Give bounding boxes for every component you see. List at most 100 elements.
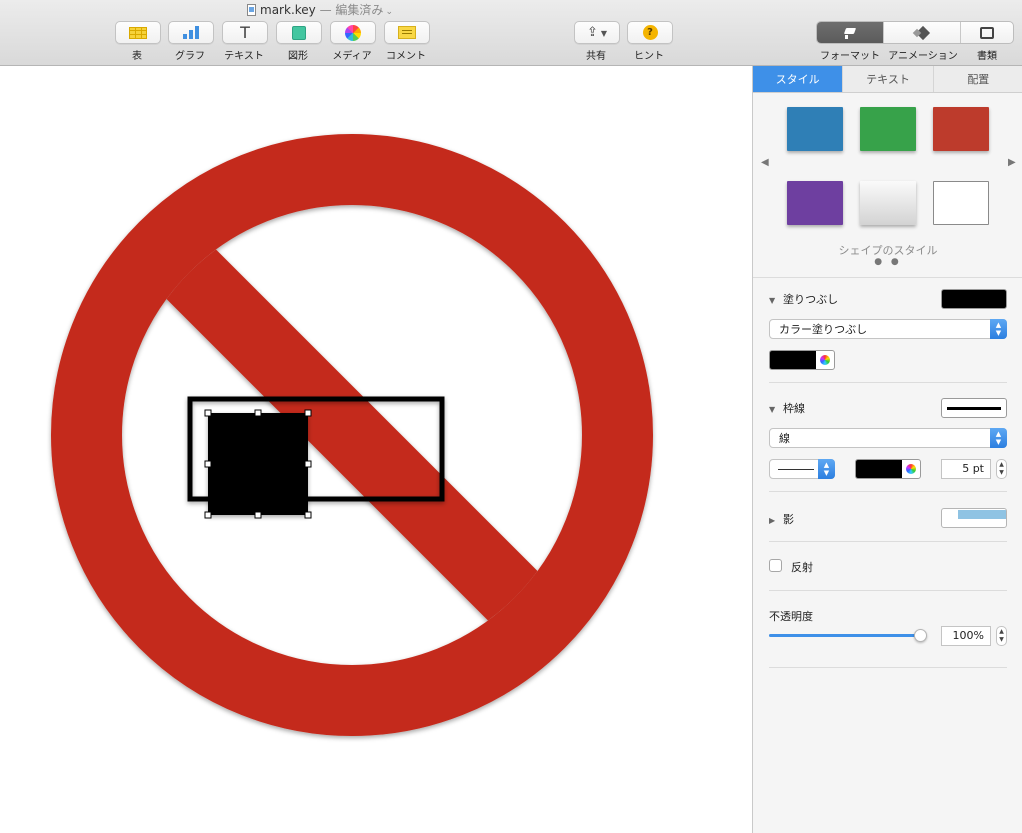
format-inspector-button[interactable]: [817, 22, 885, 43]
toolbar: mark.key — 編集済み ⌄ 表 グラフ T テキスト 図形 メディア コメ…: [0, 0, 1022, 66]
line-style-popup[interactable]: ▲ ▼: [769, 459, 835, 479]
shape-button[interactable]: [276, 21, 322, 44]
handle-top-center[interactable]: [254, 409, 262, 417]
shape-style-green[interactable]: [860, 107, 916, 151]
next-styles-arrow-icon[interactable]: ▶: [1008, 157, 1016, 168]
fill-section-header[interactable]: ▼ 塗りつぶし: [769, 291, 838, 307]
color-wheel-icon[interactable]: [905, 463, 917, 475]
opacity-title: 不透明度: [769, 610, 813, 623]
opacity-value-field[interactable]: 100%: [941, 626, 991, 646]
reflection-checkbox[interactable]: [769, 559, 782, 572]
color-wheel-icon[interactable]: [819, 354, 831, 366]
opacity-slider-fill: [769, 634, 921, 637]
shape-styles-caption: シェイプのスタイル: [838, 244, 938, 257]
hint-label: ヒント: [634, 51, 664, 62]
document-status: 編集済み: [335, 3, 384, 17]
border-style-well[interactable]: [941, 398, 1007, 418]
fill-title: 塗りつぶし: [783, 293, 839, 306]
tab-arrange[interactable]: 配置: [934, 66, 1022, 92]
text-icon: T: [240, 22, 250, 42]
handle-bottom-center[interactable]: [254, 511, 262, 519]
divider: [753, 277, 1022, 278]
shape-style-blue[interactable]: [787, 107, 843, 151]
shape-icon: [292, 25, 306, 40]
handle-bottom-left[interactable]: [204, 511, 212, 519]
prohibition-slash[interactable]: [122, 205, 582, 665]
shape-style-red[interactable]: [933, 107, 989, 151]
shadow-section-header[interactable]: ▶ 影: [769, 511, 794, 527]
handle-middle-left[interactable]: [204, 460, 212, 468]
animation-inspector-button[interactable]: [884, 22, 961, 43]
border-type-value: 線: [779, 432, 790, 445]
inspector-switcher: [816, 21, 1014, 44]
disclosure-down-icon: ▼: [769, 405, 776, 414]
tab-style[interactable]: スタイル: [753, 66, 844, 92]
keynote-document-icon: [247, 4, 257, 16]
animation-diamond-icon: [914, 27, 930, 39]
shape-style-gray-gradient[interactable]: [860, 181, 916, 225]
shape-style-purple[interactable]: [787, 181, 843, 225]
document-label: 書類: [977, 51, 997, 62]
comment-label: コメント: [386, 51, 426, 62]
border-width-field[interactable]: 5 pt: [941, 459, 991, 479]
popup-stepper-icon: ▲ ▼: [818, 459, 835, 479]
handle-top-right[interactable]: [304, 409, 312, 417]
border-width-stepper[interactable]: ▲ ▼: [996, 459, 1007, 479]
format-inspector: スタイル テキスト 配置 ◀ ▶ シェイプのスタイル ● ● ▼ 塗りつぶし カラ…: [752, 66, 1022, 833]
border-type-popup[interactable]: 線 ▲ ▼: [769, 428, 1007, 448]
opacity-slider-knob[interactable]: [914, 629, 927, 642]
handle-top-left[interactable]: [204, 409, 212, 417]
chart-icon: [182, 26, 200, 39]
document-filename: mark.key: [260, 3, 316, 17]
border-title: 枠線: [783, 402, 805, 415]
fill-color-picker[interactable]: [769, 350, 835, 370]
comment-button[interactable]: [384, 21, 430, 44]
fill-type-popup[interactable]: カラー塗りつぶし ▲ ▼: [769, 319, 1007, 339]
divider: [769, 382, 1007, 383]
border-color-swatch[interactable]: [856, 460, 902, 478]
shadow-title: 影: [783, 513, 794, 526]
document-icon: [979, 26, 994, 39]
divider: [769, 667, 1007, 668]
chart-button[interactable]: [168, 21, 214, 44]
window-title: mark.key — 編集済み ⌄: [0, 1, 640, 18]
text-button[interactable]: T: [222, 21, 268, 44]
popup-stepper-icon: ▲ ▼: [990, 319, 1007, 339]
hint-button[interactable]: ?: [627, 21, 673, 44]
opacity-slider[interactable]: [769, 629, 927, 642]
divider: [769, 590, 1007, 591]
animation-label: アニメーション: [888, 51, 958, 62]
disclosure-down-icon: ▼: [769, 296, 776, 305]
handle-middle-right[interactable]: [304, 460, 312, 468]
opacity-stepper[interactable]: ▲ ▼: [996, 626, 1007, 646]
fill-type-value: カラー塗りつぶし: [779, 323, 868, 336]
comment-icon: [398, 26, 416, 39]
table-icon: [129, 26, 147, 39]
divider: [769, 491, 1007, 492]
slide-artwork: [51, 134, 653, 736]
tab-text[interactable]: テキスト: [843, 66, 934, 92]
media-button[interactable]: [330, 21, 376, 44]
document-inspector-button[interactable]: [961, 22, 1013, 43]
disclosure-right-icon: ▶: [769, 516, 776, 525]
slide-canvas[interactable]: [0, 66, 752, 833]
table-button[interactable]: [115, 21, 161, 44]
hint-icon: ?: [642, 25, 658, 40]
share-button[interactable]: ⇪ ▼: [574, 21, 620, 44]
fill-color-well[interactable]: [941, 289, 1007, 309]
border-section-header[interactable]: ▼ 枠線: [769, 400, 805, 416]
chevron-down-icon[interactable]: ⌄: [385, 7, 393, 17]
previous-styles-arrow-icon[interactable]: ◀: [761, 157, 769, 168]
shape-style-outline[interactable]: [933, 181, 989, 225]
popup-stepper-icon: ▲ ▼: [990, 428, 1007, 448]
inspector-tabs: スタイル テキスト 配置: [753, 66, 1022, 93]
selected-shape[interactable]: [208, 413, 308, 515]
shadow-preset-well[interactable]: [941, 508, 1007, 528]
handle-bottom-right[interactable]: [304, 511, 312, 519]
prohibition-sign[interactable]: [51, 134, 653, 736]
paintbrush-icon: [843, 26, 857, 40]
media-icon: [345, 24, 361, 41]
fill-color-swatch[interactable]: [770, 351, 816, 369]
border-color-picker[interactable]: [855, 459, 921, 479]
style-page-dots[interactable]: ● ●: [753, 257, 1022, 267]
